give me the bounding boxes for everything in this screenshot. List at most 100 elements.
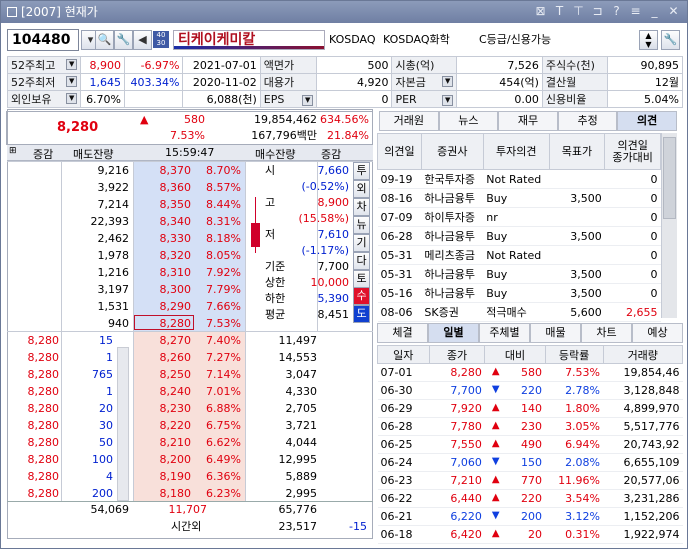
price-info-label: 시 [265,164,276,177]
ask-price[interactable]: 8,330 [137,231,192,246]
bid-price[interactable]: 8,240 [137,384,192,399]
daily-row[interactable]: 06-29 7,920 ▲ 140 1.80% 4,899,970 [377,399,683,418]
ask-price[interactable]: 8,320 [137,248,192,263]
pin-icon[interactable]: ⊤ [571,4,586,19]
bid-price[interactable]: 8,200 [137,452,192,467]
side-button[interactable]: 토 [353,270,370,288]
daily-change-value: 220 [521,384,543,397]
dropdown-icon[interactable]: ▼ [442,76,454,87]
close-x-icon[interactable]: ⊠ [533,4,548,19]
ask-price[interactable]: 8,350 [137,197,192,212]
stock-code-input[interactable]: 104480 [7,29,79,51]
broker-scrollbar[interactable] [661,133,677,318]
broker-row[interactable]: 05-16 하나금융투 Buy 3,500 0 [377,283,661,303]
stock-toolbar: 104480 ▾ 🔍 🔧 ◀ 40 30 티케이케미칼 KOSDAQ KOSDA… [7,29,683,53]
speaker-icon[interactable]: ◀ [133,30,152,50]
broker-row[interactable]: 08-16 하나금융투 Buy 3,500 0 [377,188,661,208]
bid-price[interactable]: 8,190 [137,469,192,484]
trade-price: 8,280 [27,402,60,415]
bid-price[interactable]: 8,270 [137,333,192,348]
broker-row[interactable]: 06-28 하나금융투 Buy 3,500 0 [377,226,661,246]
daily-close: 6,420 [429,525,485,544]
broker-row[interactable]: 05-31 메리츠종금 Not Rated 0 [377,245,661,265]
side-button[interactable]: 투 [353,162,370,180]
link-icon[interactable]: ⊐ [590,4,605,19]
side-button[interactable]: 다 [353,252,370,270]
daily-tab-2[interactable]: 주체별 [479,323,530,343]
wrench-icon[interactable]: 🔧 [114,30,133,50]
tab-4[interactable]: 의견 [617,111,677,131]
daily-row[interactable]: 07-01 8,280 ▲ 580 7.53% 19,854,46 [377,363,683,382]
settings-wrench-icon[interactable]: 🔧 [661,30,680,50]
broker-row[interactable]: 07-09 하이투자증 nr 0 [377,207,661,227]
side-button[interactable]: 뉴 [353,216,370,234]
ask-price[interactable]: 8,360 [137,180,192,195]
bid-price[interactable]: 8,210 [137,435,192,450]
trade-qty: 200 [92,487,113,500]
trade-scrollbar[interactable] [117,347,129,501]
tab-0[interactable]: 거래원 [379,111,439,131]
daily-row[interactable]: 06-24 7,060 ▼ 150 2.08% 6,655,109 [377,453,683,472]
broker-row[interactable]: 09-19 한국투자증 Not Rated 0 [377,169,661,189]
daily-volume: 20,743,92 [603,435,683,454]
scroll-thumb[interactable] [663,137,676,219]
search-icon[interactable]: 🔍 [95,30,114,50]
daily-row[interactable]: 06-30 7,700 ▼ 220 2.78% 3,128,848 [377,381,683,400]
tab-3[interactable]: 추정 [557,111,618,131]
spin-button[interactable]: ▲ ▼ [639,30,658,50]
close-icon[interactable]: ✕ [666,4,681,19]
dropdown-icon[interactable]: ▼ [302,94,314,106]
broker-cell: Buy [483,188,550,208]
ask-rate: 7.53% [206,317,241,330]
tab-1[interactable]: 뉴스 [438,111,499,131]
minimize-icon[interactable]: _ [647,4,662,19]
daily-tab-5[interactable]: 예상 [632,323,683,343]
daily-tab-4[interactable]: 차트 [581,323,632,343]
bid-price[interactable]: 8,250 [137,367,192,382]
side-button[interactable]: 외 [353,180,370,198]
broker-cell: 05-31 [377,264,422,284]
dropdown-icon[interactable]: ▼ [66,93,78,104]
side-button[interactable]: 차 [353,198,370,216]
ask-price[interactable]: 8,300 [137,282,192,297]
daily-close: 6,440 [429,489,485,508]
window: [2007] 현재가 ⊠ T ⊤ ⊐ ? ≡ _ ✕ 104480 ▾ 🔍 🔧 … [0,0,688,549]
ask-rate: 7.79% [206,283,241,296]
daily-tab-1[interactable]: 일별 [428,323,479,343]
daily-row[interactable]: 06-22 6,440 ▲ 220 3.54% 3,231,286 [377,489,683,508]
stock-name[interactable]: 티케이케미칼 [173,30,325,50]
broker-row[interactable]: 05-31 하나금융투 Buy 3,500 0 [377,264,661,284]
text-icon[interactable]: T [552,4,567,19]
menu-icon[interactable]: ≡ [628,4,643,19]
ask-price[interactable]: 8,290 [137,299,192,314]
bid-price[interactable]: 8,260 [137,350,192,365]
ask-price[interactable]: 8,370 [137,163,192,178]
bid-price[interactable]: 8,230 [137,401,192,416]
side-button[interactable]: 도 [353,305,370,323]
daily-row[interactable]: 06-23 7,210 ▲ 770 11.96% 20,577,06 [377,471,683,490]
tab-2[interactable]: 재무 [498,111,558,131]
daily-header: 거래량 [602,345,684,364]
daily-row[interactable]: 06-25 7,550 ▲ 490 6.94% 20,743,92 [377,435,683,454]
ask-rate: 8.57% [206,181,241,194]
bid-price[interactable]: 8,220 [137,418,192,433]
price-info-label: 상한 [265,276,286,289]
daily-tab-0[interactable]: 체결 [377,323,428,343]
daily-change: ▲ 20 [484,525,546,544]
dropdown-icon[interactable]: ▼ [66,59,78,70]
toggle-icon[interactable]: ⊞ [9,146,17,156]
side-button[interactable]: 기 [353,234,370,252]
daily-row[interactable]: 06-28 7,780 ▲ 230 3.05% 5,517,776 [377,417,683,436]
side-button[interactable]: 수 [353,287,370,305]
daily-row[interactable]: 06-18 6,420 ▲ 20 0.31% 1,922,974 [377,525,683,544]
bid-price[interactable]: 8,180 [137,486,192,501]
dropdown-icon[interactable]: ▼ [66,76,78,87]
daily-tab-3[interactable]: 매물 [530,323,581,343]
dropdown-icon[interactable]: ▼ [442,94,454,106]
ask-price[interactable]: 8,310 [137,265,192,280]
help-icon[interactable]: ? [609,4,624,19]
broker-row[interactable]: 08-06 SK증권 적극매수 5,600 2,655 [377,302,661,322]
ask-price[interactable]: 8,340 [137,214,192,229]
daily-date: 06-21 [377,507,430,526]
daily-row[interactable]: 06-21 6,220 ▼ 200 3.12% 1,152,206 [377,507,683,526]
